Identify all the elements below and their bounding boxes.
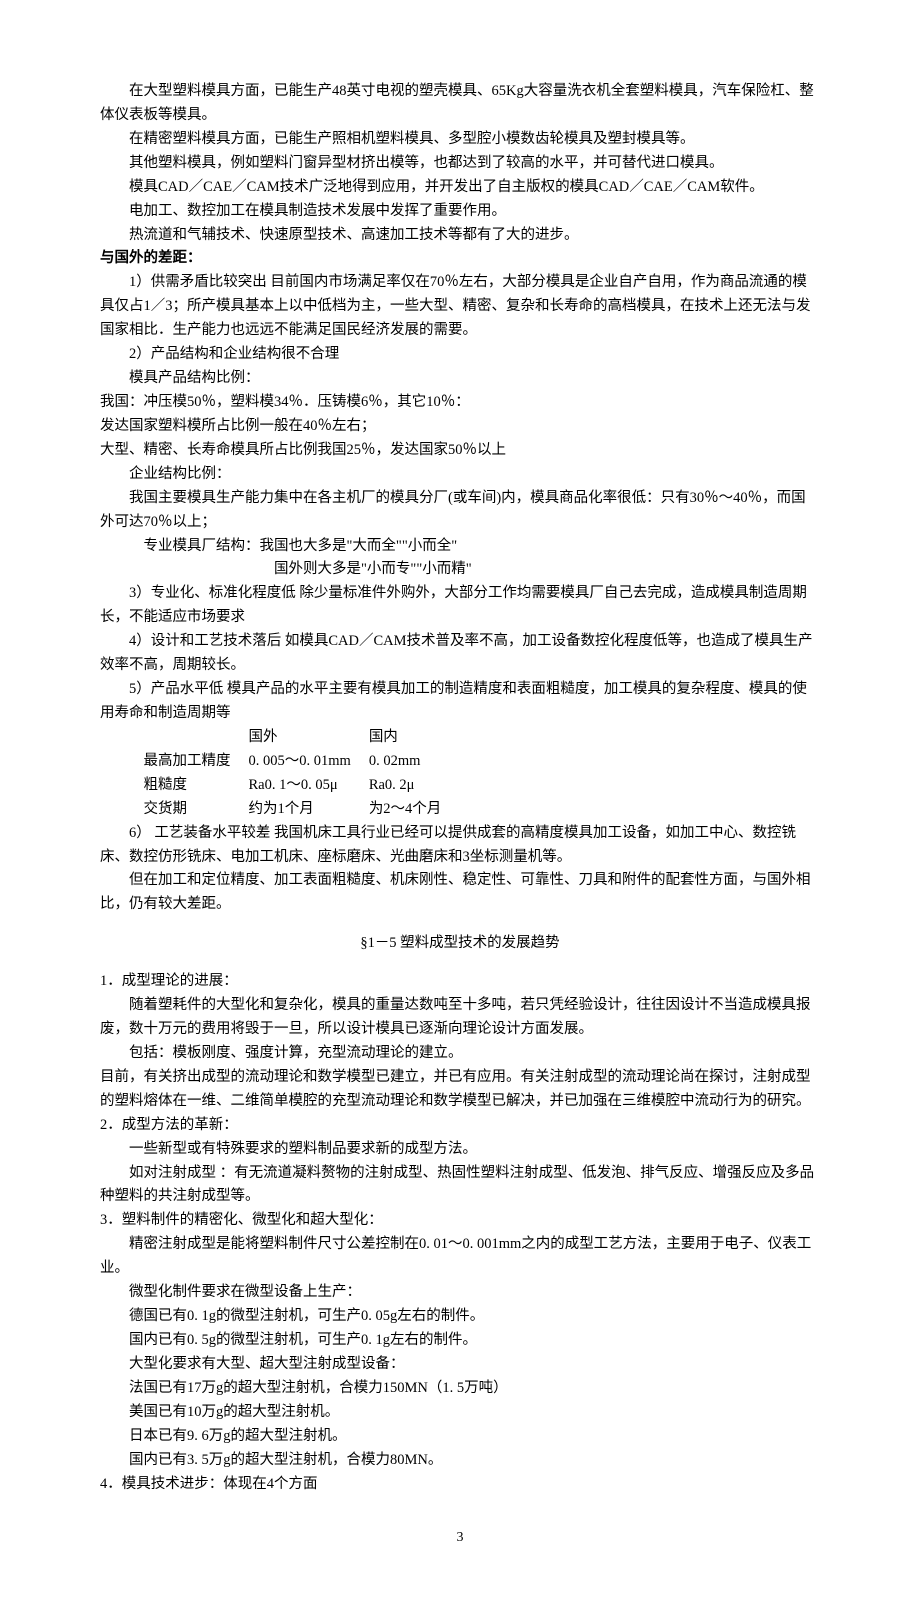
cell: 交货期 (144, 798, 249, 822)
paragraph: 在精密塑料模具方面，已能生产照相机塑料模具、多型腔小模数齿轮模具及塑封模具等。 (100, 128, 820, 152)
paragraph: 国内已有0. 5g的微型注射机，可生产0. 1g左右的制件。 (100, 1329, 820, 1353)
paragraph: 大型、精密、长寿命模具所占比例我国25％，发达国家50％以上 (100, 439, 820, 463)
paragraph: 美国已有10万g的超大型注射机。 (100, 1401, 820, 1425)
spec-table: 国外 国内 最高加工精度 0. 005～0. 01mm 0. 02mm 粗糙度 … (144, 726, 460, 822)
paragraph: 如对注射成型 ：有无流道凝料赘物的注射成型、热固性塑料注射成型、低发泡、排气反应… (100, 1162, 820, 1210)
paragraph: 其他塑料模具，例如塑料门窗异型材挤出模等，也都达到了较高的水平，并可替代进口模具… (100, 152, 820, 176)
paragraph: 精密注射成型是能将塑料制件尺寸公差控制在0. 01～0. 001mm之内的成型工… (100, 1233, 820, 1281)
paragraph: 法国已有17万g的超大型注射机，合模力150MN（1. 5万吨） (100, 1377, 820, 1401)
paragraph: 电加工、数控加工在模具制造技术发展中发挥了重要作用。 (100, 200, 820, 224)
paragraph: 3）专业化、标准化程度低 除少量标准件外购外，大部分工作均需要模具厂自己去完成，… (100, 582, 820, 630)
cell: Ra0. 1～0. 05μ (249, 774, 369, 798)
paragraph: 日本已有9. 6万g的超大型注射机。 (100, 1425, 820, 1449)
table-row: 交货期 约为1个月 为2～4个月 (144, 798, 460, 822)
cell: 最高加工精度 (144, 750, 249, 774)
paragraph: 4）设计和工艺技术落后 如模具CAD／CAM技术普及率不高，加工设备数控化程度低… (100, 630, 820, 678)
paragraph: 发达国家塑料模所占比例一般在40％左右； (100, 415, 820, 439)
paragraph: 包括：模板刚度、强度计算，充型流动理论的建立。 (100, 1042, 820, 1066)
paragraph: 我国：冲压模50％，塑料模34％．压铸模6％，其它10％： (100, 391, 820, 415)
paragraph: 热流道和气辅技术、快速原型技术、高速加工技术等都有了大的进步。 (100, 224, 820, 248)
cell: 0. 02mm (369, 750, 460, 774)
cell: 国内 (369, 726, 460, 750)
table-row: 粗糙度 Ra0. 1～0. 05μ Ra0. 2μ (144, 774, 460, 798)
cell: Ra0. 2μ (369, 774, 460, 798)
section-heading-1-5: §1－5 塑料成型技术的发展趋势 (100, 932, 820, 956)
paragraph: 专业模具厂结构：我国也大多是"大而全""小而全" (100, 535, 820, 559)
page-number: 3 (100, 1526, 820, 1549)
cell: 粗糙度 (144, 774, 249, 798)
paragraph: 大型化要求有大型、超大型注射成型设备： (100, 1353, 820, 1377)
paragraph: 5）产品水平低 模具产品的水平主要有模具加工的制造精度和表面粗糙度，加工模具的复… (100, 678, 820, 726)
paragraph: 1）供需矛盾比较突出 目前国内市场满足率仅在70％左右，大部分模具是企业自产自用… (100, 271, 820, 343)
subheading: 1．成型理论的进展： (100, 970, 820, 994)
table-row: 最高加工精度 0. 005～0. 01mm 0. 02mm (144, 750, 460, 774)
cell: 约为1个月 (249, 798, 369, 822)
paragraph: 模具CAD／CAE／CAM技术广泛地得到应用，并开发出了自主版权的模具CAD／C… (100, 176, 820, 200)
cell (144, 726, 249, 750)
paragraph: 模具产品结构比例： (100, 367, 820, 391)
paragraph: 我国主要模具生产能力集中在各主机厂的模具分厂(或车间)内，模具商品化率很低：只有… (100, 487, 820, 535)
cell: 为2～4个月 (369, 798, 460, 822)
table-row: 国外 国内 (144, 726, 460, 750)
paragraph: 企业结构比例： (100, 463, 820, 487)
cell: 国外 (249, 726, 369, 750)
subheading: 2．成型方法的革新： (100, 1114, 820, 1138)
paragraph: 德国已有0. 1g的微型注射机，可生产0. 05g左右的制件。 (100, 1305, 820, 1329)
paragraph: 在大型塑料模具方面，已能生产48英寸电视的塑壳模具、65Kg大容量洗衣机全套塑料… (100, 80, 820, 128)
section-heading-gap: 与国外的差距： (100, 247, 820, 271)
paragraph: 一些新型或有特殊要求的塑料制品要求新的成型方法。 (100, 1138, 820, 1162)
paragraph: 2）产品结构和企业结构很不合理 (100, 343, 820, 367)
subheading: 4．模具技术进步：体现在4个方面 (100, 1473, 820, 1497)
paragraph: 国内已有3. 5万g的超大型注射机，合模力80MN。 (100, 1449, 820, 1473)
paragraph: 国外则大多是"小而专""小而精" (100, 558, 820, 582)
subheading: 3．塑料制件的精密化、微型化和超大型化： (100, 1209, 820, 1233)
cell: 0. 005～0. 01mm (249, 750, 369, 774)
paragraph: 6） 工艺装备水平较差 我国机床工具行业已经可以提供成套的高精度模具加工设备，如… (100, 822, 820, 870)
paragraph: 目前，有关挤出成型的流动理论和数学模型已建立，并已有应用。有关注射成型的流动理论… (100, 1066, 820, 1114)
paragraph: 随着塑耗件的大型化和复杂化，模具的重量达数吨至十多吨，若只凭经验设计，往往因设计… (100, 994, 820, 1042)
paragraph: 但在加工和定位精度、加工表面粗糙度、机床刚性、稳定性、可靠性、刀具和附件的配套性… (100, 869, 820, 917)
